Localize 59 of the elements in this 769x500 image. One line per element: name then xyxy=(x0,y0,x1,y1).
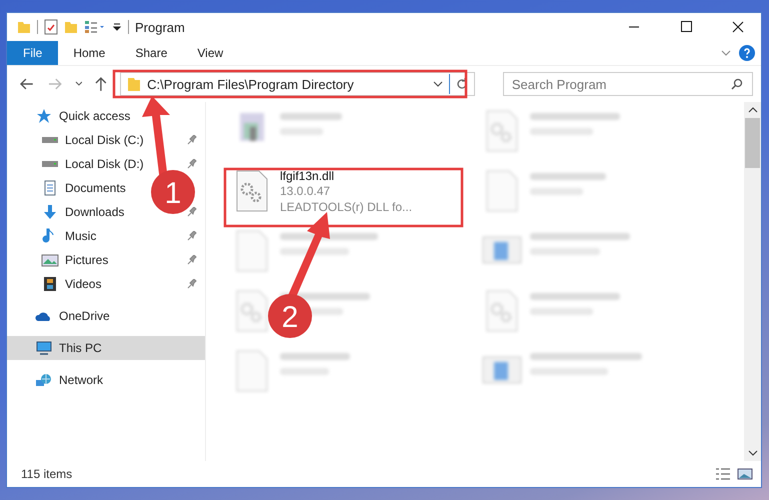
drive-icon xyxy=(41,137,59,143)
folder-icon xyxy=(127,76,142,92)
blurred-label xyxy=(280,353,350,360)
download-icon xyxy=(41,204,59,220)
videos-icon xyxy=(41,276,59,292)
step-badge: 2 xyxy=(268,294,312,338)
sidebar-item[interactable]: Videos xyxy=(7,272,106,296)
large-icons-view-icon[interactable] xyxy=(737,467,753,481)
sidebar-item[interactable]: Downloads xyxy=(7,200,128,224)
details-view-icon[interactable] xyxy=(715,467,731,481)
dropdown-icon[interactable] xyxy=(112,22,122,32)
up-icon[interactable] xyxy=(94,76,108,92)
pin-icon[interactable] xyxy=(187,279,197,289)
sidebar-item[interactable]: Local Disk (C:) xyxy=(7,128,148,152)
ribbon-tab[interactable]: View xyxy=(182,41,238,65)
file-detail: LEADTOOLS(r) DLL fo... xyxy=(280,199,412,215)
sidebar-item[interactable]: Pictures xyxy=(7,248,112,272)
ribbon-tab[interactable]: Home xyxy=(58,41,120,65)
sidebar-item[interactable]: Documents xyxy=(7,176,130,200)
search-field[interactable]: Search Program xyxy=(502,72,753,96)
drive-icon xyxy=(41,161,59,167)
file-name: lfgif13n.dll xyxy=(280,169,336,183)
search-icon xyxy=(730,78,743,90)
pictures-icon xyxy=(41,252,59,268)
recent-dropdown-icon[interactable] xyxy=(74,81,82,87)
sidebar-item[interactable]: Network xyxy=(7,368,205,392)
pin-icon[interactable] xyxy=(187,231,197,241)
pc-icon xyxy=(35,340,53,356)
dropdown-icon[interactable] xyxy=(432,80,443,88)
scroll-down-icon[interactable] xyxy=(748,449,758,457)
back-icon[interactable] xyxy=(19,77,35,91)
file-item[interactable]: lfgif13n.dll 13.0.0.47 LEADTOOLS(r) DLL fo... xyxy=(226,166,476,226)
address-bar[interactable]: C:\Program Files\Program Directory xyxy=(120,72,475,96)
pin-icon[interactable] xyxy=(187,159,197,169)
expand-ribbon-icon[interactable] xyxy=(721,49,731,57)
sidebar-item[interactable]: This PC xyxy=(7,336,205,360)
pin-icon[interactable] xyxy=(187,207,197,217)
sidebar-item[interactable]: Local Disk (D:) xyxy=(7,152,148,176)
ribbon-tab[interactable]: Share xyxy=(120,41,182,65)
refresh-icon[interactable] xyxy=(456,78,468,90)
checklist-icon[interactable] xyxy=(44,19,58,35)
pin-icon[interactable] xyxy=(187,135,197,145)
pin-icon[interactable] xyxy=(187,255,197,265)
network-icon xyxy=(35,372,53,388)
scrollbar[interactable] xyxy=(744,102,761,461)
step-badge: 1 xyxy=(151,170,195,214)
file-detail: 13.0.0.47 xyxy=(280,183,332,199)
sidebar-item[interactable]: Quick access xyxy=(7,104,205,128)
help-icon[interactable] xyxy=(739,45,755,61)
scroll-thumb[interactable] xyxy=(745,118,760,168)
sidebar-item[interactable]: Music xyxy=(7,224,100,248)
window-title: Program xyxy=(135,20,185,34)
blurred-label xyxy=(280,113,342,120)
star-icon xyxy=(35,108,53,124)
item-count: 115 items xyxy=(21,467,72,481)
scroll-up-icon[interactable] xyxy=(748,106,758,114)
ribbon-tab[interactable]: File xyxy=(7,41,58,65)
properties-icon[interactable] xyxy=(84,20,106,34)
sidebar-item[interactable]: OneDrive xyxy=(7,304,205,328)
